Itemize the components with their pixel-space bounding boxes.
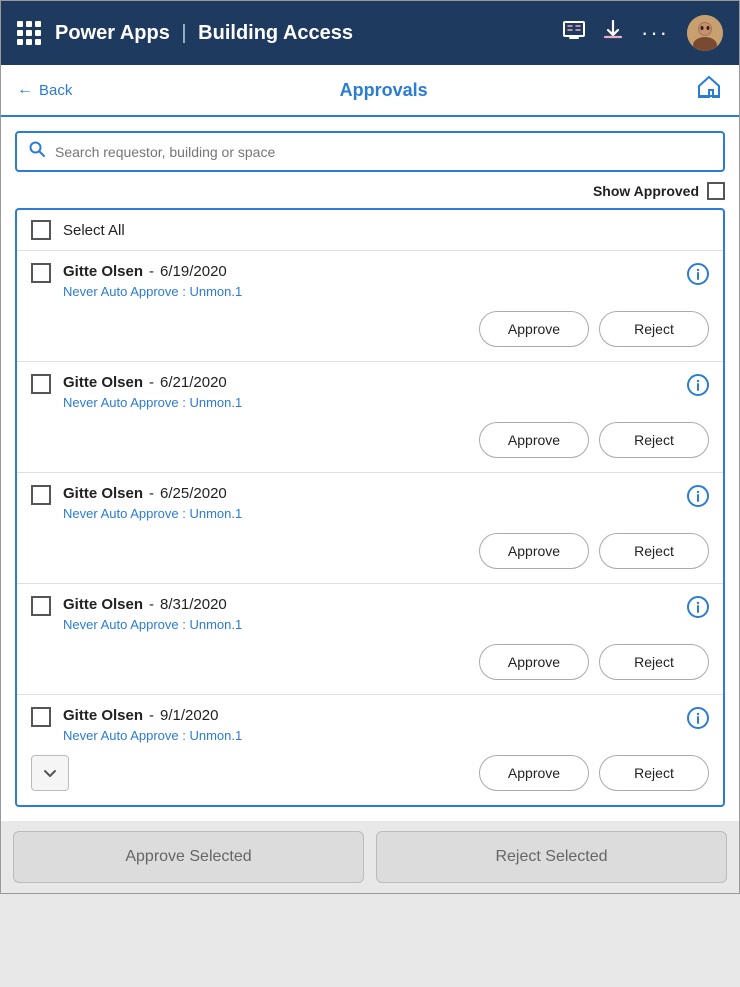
approve-button[interactable]: Approve [479, 422, 589, 458]
top-bar-title: Power Apps | Building Access [55, 22, 563, 45]
chevron-button[interactable] [31, 755, 69, 791]
approval-name: Gitte Olsen [63, 707, 143, 724]
app-container: Power Apps | Building Access ··· [0, 0, 740, 894]
home-button[interactable] [695, 73, 723, 107]
search-input[interactable] [55, 144, 711, 160]
info-icon[interactable] [687, 263, 709, 291]
approval-actions: Approve Reject [31, 644, 709, 680]
approval-sub[interactable]: Never Auto Approve : Unmon.1 [63, 617, 675, 632]
approval-name-row: Gitte Olsen - 9/1/2020 [63, 707, 675, 724]
approval-dash: - [149, 596, 154, 613]
info-icon[interactable] [687, 707, 709, 735]
reject-selected-button[interactable]: Reject Selected [376, 831, 727, 883]
approve-button[interactable]: Approve [479, 755, 589, 791]
top-bar-actions: ··· [563, 15, 723, 51]
reject-button[interactable]: Reject [599, 311, 709, 347]
reject-button[interactable]: Reject [599, 422, 709, 458]
approval-checkbox[interactable] [31, 263, 51, 283]
approval-item: Gitte Olsen - 6/25/2020 Never Auto Appro… [17, 473, 723, 584]
approval-name: Gitte Olsen [63, 485, 143, 502]
approval-header: Gitte Olsen - 9/1/2020 Never Auto Approv… [31, 707, 709, 743]
avatar-image [687, 15, 723, 51]
nav-bar: ← Back Approvals [1, 65, 739, 117]
approval-name-row: Gitte Olsen - 8/31/2020 [63, 596, 675, 613]
approval-date: 8/31/2020 [160, 596, 227, 613]
title-separator: | [181, 22, 186, 44]
approval-date: 9/1/2020 [160, 707, 218, 724]
download-icon[interactable] [603, 19, 623, 47]
approval-header: Gitte Olsen - 6/25/2020 Never Auto Appro… [31, 485, 709, 521]
approval-header: Gitte Olsen - 6/21/2020 Never Auto Appro… [31, 374, 709, 410]
approval-info: Gitte Olsen - 9/1/2020 Never Auto Approv… [63, 707, 675, 743]
grid-icon[interactable] [17, 21, 41, 45]
top-bar: Power Apps | Building Access ··· [1, 1, 739, 65]
approval-info: Gitte Olsen - 6/21/2020 Never Auto Appro… [63, 374, 675, 410]
approval-checkbox[interactable] [31, 485, 51, 505]
bottom-bar: Approve Selected Reject Selected [1, 821, 739, 893]
approval-header: Gitte Olsen - 8/31/2020 Never Auto Appro… [31, 596, 709, 632]
app-name-label: Power Apps [55, 22, 170, 44]
approval-info: Gitte Olsen - 6/19/2020 Never Auto Appro… [63, 263, 675, 299]
select-all-row: Select All [17, 210, 723, 251]
approval-checkbox[interactable] [31, 596, 51, 616]
show-approved-row: Show Approved [15, 182, 725, 200]
approval-date: 6/21/2020 [160, 374, 227, 391]
back-button[interactable]: ← Back [17, 81, 72, 99]
approval-date: 6/25/2020 [160, 485, 227, 502]
approval-dash: - [149, 263, 154, 280]
approval-dash: - [149, 485, 154, 502]
select-all-checkbox[interactable] [31, 220, 51, 240]
approve-selected-button[interactable]: Approve Selected [13, 831, 364, 883]
approval-name: Gitte Olsen [63, 263, 143, 280]
approval-info: Gitte Olsen - 6/25/2020 Never Auto Appro… [63, 485, 675, 521]
more-icon[interactable]: ··· [641, 20, 669, 46]
approval-item: Gitte Olsen - 6/21/2020 Never Auto Appro… [17, 362, 723, 473]
approval-checkbox[interactable] [31, 374, 51, 394]
approval-info: Gitte Olsen - 8/31/2020 Never Auto Appro… [63, 596, 675, 632]
approval-date: 6/19/2020 [160, 263, 227, 280]
approval-sub[interactable]: Never Auto Approve : Unmon.1 [63, 728, 675, 743]
approval-sub[interactable]: Never Auto Approve : Unmon.1 [63, 284, 675, 299]
approval-actions: Approve Reject [31, 311, 709, 347]
approval-checkbox[interactable] [31, 707, 51, 727]
show-approved-label: Show Approved [593, 183, 699, 199]
approval-dash: - [149, 374, 154, 391]
approval-name: Gitte Olsen [63, 596, 143, 613]
reject-button[interactable]: Reject [599, 644, 709, 680]
approve-button[interactable]: Approve [479, 311, 589, 347]
approvals-list: Select All Gitte Olsen - 6/19/2020 Never… [15, 208, 725, 807]
approval-item: Gitte Olsen - 6/19/2020 Never Auto Appro… [17, 251, 723, 362]
approval-name-row: Gitte Olsen - 6/19/2020 [63, 263, 675, 280]
avatar[interactable] [687, 15, 723, 51]
search-icon [29, 141, 45, 162]
select-all-label: Select All [63, 222, 125, 239]
approval-dash: - [149, 707, 154, 724]
approval-actions: Approve Reject [31, 755, 709, 791]
approval-header: Gitte Olsen - 6/19/2020 Never Auto Appro… [31, 263, 709, 299]
approve-button[interactable]: Approve [479, 644, 589, 680]
info-icon[interactable] [687, 374, 709, 402]
approval-item: Gitte Olsen - 8/31/2020 Never Auto Appro… [17, 584, 723, 695]
approval-actions: Approve Reject [31, 533, 709, 569]
approval-name-row: Gitte Olsen - 6/21/2020 [63, 374, 675, 391]
approval-actions: Approve Reject [31, 422, 709, 458]
info-icon[interactable] [687, 485, 709, 513]
screen-icon[interactable] [563, 21, 585, 45]
back-arrow-icon: ← [17, 81, 33, 99]
nav-title: Approvals [72, 80, 695, 101]
show-approved-checkbox[interactable] [707, 182, 725, 200]
reject-button[interactable]: Reject [599, 533, 709, 569]
reject-button[interactable]: Reject [599, 755, 709, 791]
back-label: Back [39, 82, 72, 99]
page-name-label: Building Access [198, 22, 353, 44]
search-bar [15, 131, 725, 172]
approval-item: Gitte Olsen - 9/1/2020 Never Auto Approv… [17, 695, 723, 805]
approval-sub[interactable]: Never Auto Approve : Unmon.1 [63, 395, 675, 410]
info-icon[interactable] [687, 596, 709, 624]
approval-name-row: Gitte Olsen - 6/25/2020 [63, 485, 675, 502]
content-area: Show Approved Select All Gitte Olsen - [1, 117, 739, 821]
approval-name: Gitte Olsen [63, 374, 143, 391]
approve-button[interactable]: Approve [479, 533, 589, 569]
approval-sub[interactable]: Never Auto Approve : Unmon.1 [63, 506, 675, 521]
